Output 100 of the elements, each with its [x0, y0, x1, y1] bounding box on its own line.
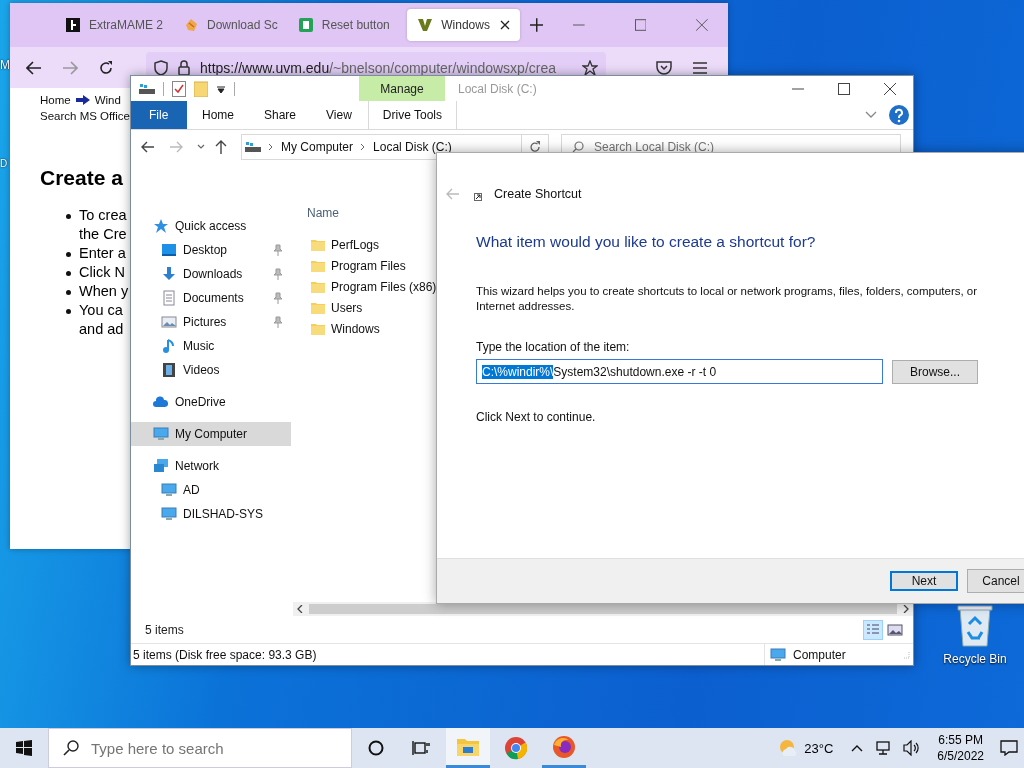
nav-item[interactable]: Videos: [131, 358, 291, 382]
volume-icon[interactable]: [903, 740, 922, 756]
address-segment[interactable]: Local Disk (C:): [373, 140, 452, 154]
browse-button[interactable]: Browse...: [892, 359, 978, 384]
cancel-button[interactable]: Cancel: [967, 569, 1024, 593]
dialog-title: Create Shortcut: [494, 187, 582, 201]
arrow-icon: [75, 95, 90, 105]
computer-icon: [161, 482, 177, 498]
context-tab-group: Manage: [359, 76, 445, 101]
nav-item[interactable]: Downloads: [131, 262, 291, 286]
hand-icon: [183, 17, 199, 33]
firefox-icon: [552, 734, 576, 759]
breadcrumb-link[interactable]: Home: [40, 94, 71, 106]
view-button[interactable]: [863, 619, 883, 640]
chevron-icon[interactable]: [865, 111, 877, 119]
up-icon[interactable]: [215, 140, 227, 154]
taskbar-app-button[interactable]: [446, 728, 490, 768]
chevron-up-icon[interactable]: [851, 744, 864, 752]
nav-item[interactable]: AD: [131, 478, 291, 502]
nav-item[interactable]: Network: [131, 454, 291, 478]
dropdown-icon[interactable]: [216, 83, 226, 94]
column-header[interactable]: Name: [301, 206, 437, 226]
plus-icon[interactable]: [529, 18, 544, 32]
file-row[interactable]: PerfLogs: [301, 234, 437, 255]
next-button[interactable]: Next: [890, 571, 959, 591]
ribbon-tab[interactable]: View: [311, 101, 367, 129]
pocket-icon[interactable]: [656, 60, 672, 75]
nav-item[interactable]: Documents: [131, 286, 291, 310]
computer-icon: [153, 426, 169, 442]
cloud-icon: [153, 394, 169, 410]
ribbon-tab[interactable]: File: [131, 101, 187, 129]
close-icon[interactable]: [499, 20, 510, 30]
hint-text: Click Next to continue.: [476, 410, 597, 424]
ribbon-tab[interactable]: Home: [187, 101, 249, 129]
browser-tab[interactable]: Download Sc: [173, 9, 288, 41]
menu-icon[interactable]: [692, 60, 708, 75]
scrollbar-thumb[interactable]: [309, 604, 897, 614]
nav-item[interactable]: Pictures: [131, 310, 291, 334]
search-link[interactable]: Search MS Office: [40, 110, 130, 122]
page-heading: Create a: [40, 166, 124, 190]
breadcrumb-link[interactable]: Wind: [94, 94, 121, 106]
close-icon[interactable]: [884, 82, 896, 95]
search-icon: [63, 740, 79, 756]
bullet-icon: [66, 271, 71, 276]
computer-icon: [769, 646, 787, 663]
reload-icon[interactable]: [98, 59, 114, 76]
document-icon: [161, 290, 177, 306]
maximize-icon[interactable]: [838, 82, 850, 95]
task-view-icon[interactable]: [412, 740, 430, 756]
nav-item[interactable]: Quick access: [131, 214, 291, 238]
clock[interactable]: 6:55 PM 6/5/2022: [937, 732, 984, 764]
drive-icon: [245, 141, 261, 153]
ribbon-tab[interactable]: Drive Tools: [367, 101, 457, 129]
lock-icon: [178, 59, 190, 76]
folder-icon: [311, 280, 325, 293]
status-text: 5 items (Disk free space: 93.3 GB): [133, 647, 317, 662]
nav-item[interactable]: DILSHAD-SYS: [131, 502, 291, 526]
recycle-bin-icon[interactable]: [955, 602, 995, 648]
windows-start-icon[interactable]: [16, 740, 32, 756]
file-row[interactable]: Program Files (x86): [301, 276, 437, 297]
back-icon[interactable]: [141, 141, 155, 153]
list-item-text: Enter a: [79, 244, 126, 263]
bullet-icon: [66, 214, 71, 219]
scroll-left-icon[interactable]: [297, 605, 303, 613]
picture-icon: [161, 314, 177, 330]
temperature-text[interactable]: 23°C: [804, 740, 834, 756]
chrome-icon: [504, 736, 528, 760]
nav-item[interactable]: My Computer: [131, 422, 291, 446]
notification-icon[interactable]: [1000, 740, 1018, 756]
network-icon[interactable]: [875, 740, 892, 756]
nav-item[interactable]: Music: [131, 334, 291, 358]
field-label: Type the location of the item:: [476, 340, 631, 354]
nav-item[interactable]: Desktop: [131, 238, 291, 262]
shield-icon[interactable]: [154, 59, 168, 76]
input-field[interactable]: C:\%windir%\System32\shutdown.exe -r -t 0: [476, 359, 883, 384]
search-field[interactable]: Type here to search: [48, 728, 352, 768]
checklist-icon[interactable]: [172, 80, 186, 97]
browser-tab[interactable]: ExtraMAME 2: [55, 9, 173, 41]
list-item-text: Click N: [79, 263, 125, 282]
address-segment[interactable]: My Computer: [281, 140, 354, 154]
back-icon[interactable]: [26, 60, 42, 75]
file-row[interactable]: Users: [301, 297, 437, 318]
list-item-text: When y: [79, 282, 129, 301]
maximize-icon[interactable]: [634, 19, 647, 31]
network-icon: [153, 458, 169, 474]
desktop-icon-label[interactable]: Recycle Bin: [943, 652, 1007, 666]
ribbon-tab[interactable]: Share: [249, 101, 312, 129]
drive-icon[interactable]: [139, 82, 155, 95]
help-icon[interactable]: [889, 105, 909, 125]
file-row[interactable]: Program Files: [301, 255, 437, 276]
chevron-right-icon: [268, 143, 274, 151]
cortana-circle-icon[interactable]: [368, 740, 384, 756]
file-row[interactable]: Windows: [301, 318, 437, 339]
browser-tab[interactable]: Windows: [407, 9, 520, 41]
dialog-heading: What item would you like to create a shortcut for?: [476, 233, 817, 251]
nav-item[interactable]: OneDrive: [131, 390, 291, 414]
browser-tab[interactable]: Reset button: [287, 9, 403, 41]
star-icon[interactable]: [582, 59, 598, 76]
bullet-icon: [66, 309, 71, 314]
v-logo-icon: [417, 17, 434, 33]
